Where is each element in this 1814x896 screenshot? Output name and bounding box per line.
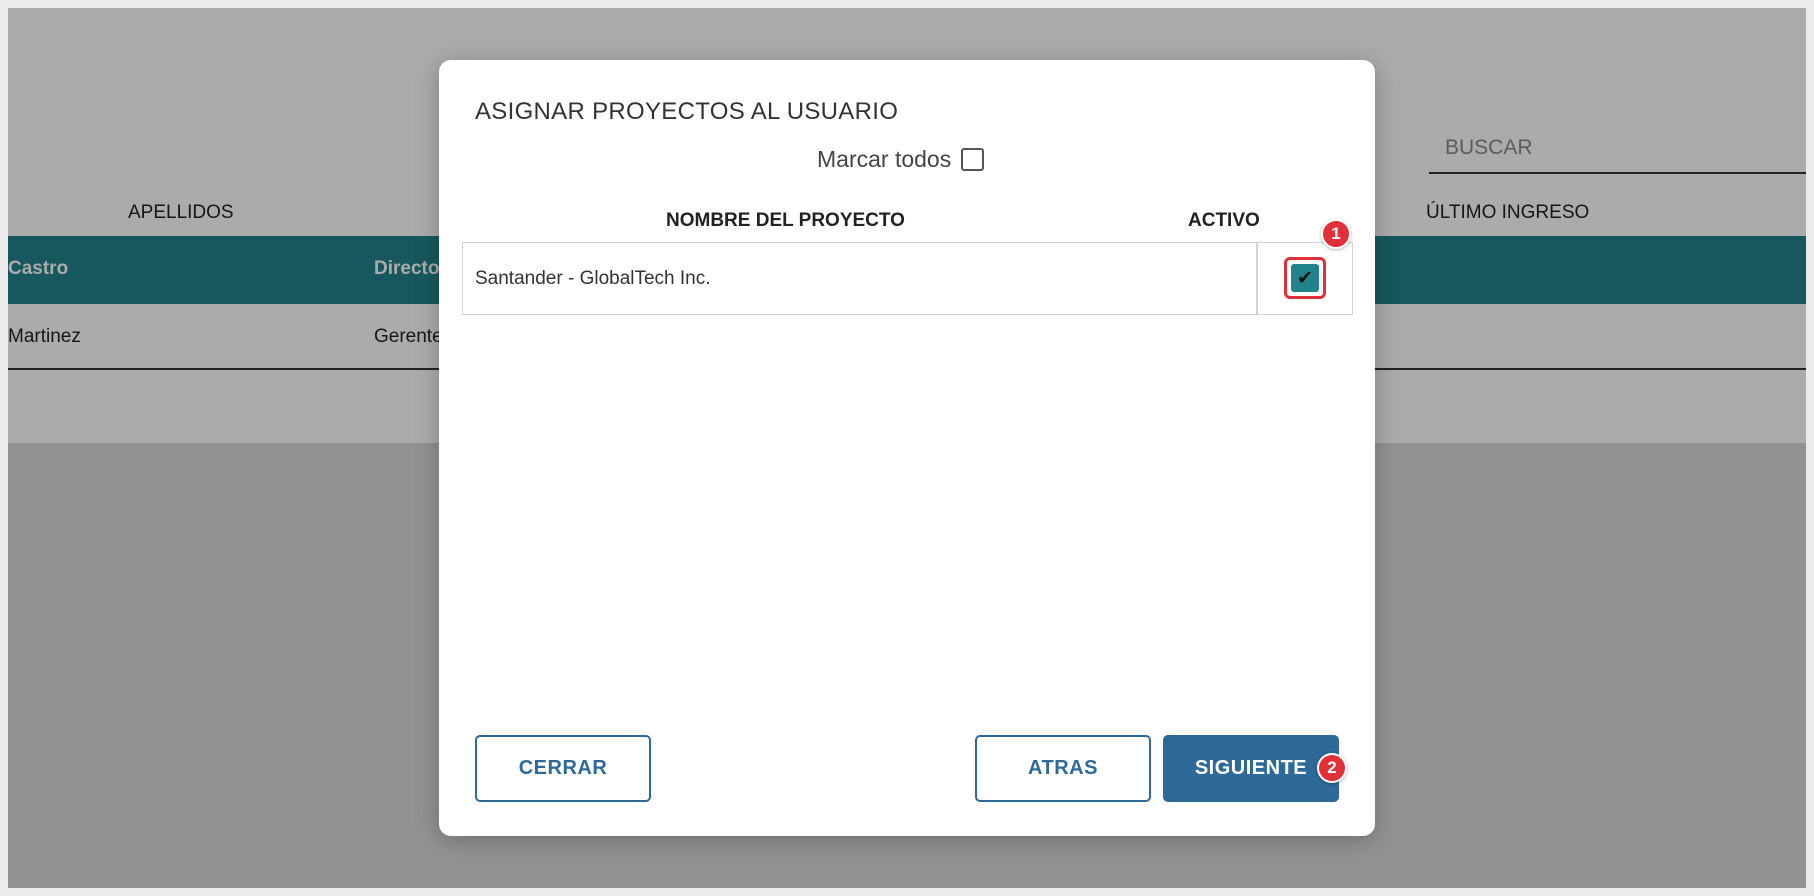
table-divider bbox=[1256, 243, 1258, 314]
mark-all-label: Marcar todos bbox=[817, 146, 952, 172]
back-button[interactable]: ATRAS bbox=[975, 735, 1151, 802]
active-checkbox[interactable]: ✔ bbox=[1291, 264, 1319, 292]
assign-projects-modal: ASIGNAR PROYECTOS AL USUARIO Marcar todo… bbox=[439, 60, 1375, 836]
mark-all-checkbox[interactable] bbox=[961, 148, 985, 171]
column-header-project-name: NOMBRE DEL PROYECTO bbox=[666, 210, 905, 231]
modal-title: ASIGNAR PROYECTOS AL USUARIO bbox=[475, 98, 899, 125]
projects-table: Santander - GlobalTech Inc. ✔ bbox=[462, 242, 1353, 315]
column-header-active: ACTIVO bbox=[1188, 210, 1260, 231]
active-checkbox-highlight[interactable]: ✔ bbox=[1284, 257, 1326, 299]
step-badge-1: 1 bbox=[1321, 219, 1351, 249]
next-button[interactable]: SIGUIENTE bbox=[1163, 735, 1339, 802]
project-name: Santander - GlobalTech Inc. bbox=[475, 268, 711, 289]
mark-all-control[interactable]: Marcar todos bbox=[817, 146, 985, 173]
close-button[interactable]: CERRAR bbox=[475, 735, 651, 802]
step-badge-2: 2 bbox=[1317, 753, 1347, 783]
checkmark-icon: ✔ bbox=[1297, 267, 1313, 289]
